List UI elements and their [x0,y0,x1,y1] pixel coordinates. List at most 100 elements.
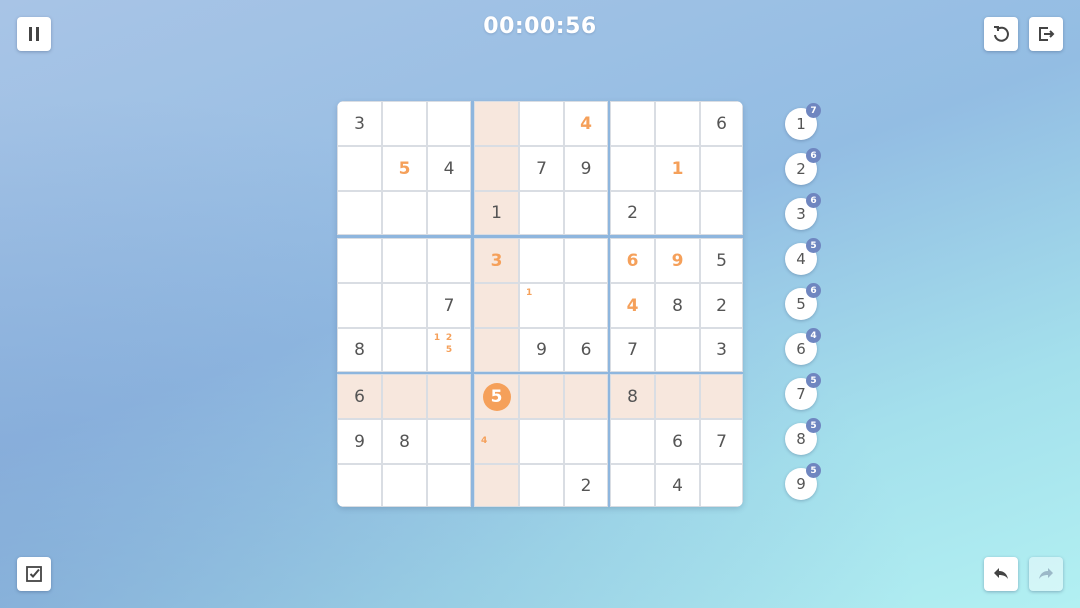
pencil-note [503,448,515,460]
sudoku-cell-r7c3[interactable] [427,374,471,419]
sudoku-cell-r4c4[interactable]: 3 [474,238,519,283]
sudoku-cell-r2c2[interactable]: 5 [382,146,427,191]
sudoku-cell-r1c6[interactable]: 4 [564,101,608,146]
sudoku-cell-r7c8[interactable] [655,374,700,419]
sudoku-cell-r2c1[interactable] [337,146,382,191]
sudoku-cell-r1c2[interactable] [382,101,427,146]
sudoku-cell-r2c3[interactable]: 4 [427,146,471,191]
sudoku-cell-r6c9[interactable]: 3 [700,328,743,372]
sudoku-cell-r3c3[interactable] [427,191,471,235]
sudoku-cell-r3c6[interactable] [564,191,608,235]
sudoku-cell-r5c1[interactable] [337,283,382,328]
sudoku-cell-r1c3[interactable] [427,101,471,146]
sudoku-cell-r5c3[interactable]: 7 [427,283,471,328]
sudoku-cell-r5c9[interactable]: 2 [700,283,743,328]
sudoku-cell-r9c9[interactable] [700,464,743,507]
sudoku-cell-r6c7[interactable]: 7 [610,328,655,372]
sudoku-cell-r7c4[interactable]: 5 [474,374,519,419]
sudoku-cell-r6c8[interactable] [655,328,700,372]
sudoku-cell-r5c7[interactable]: 4 [610,283,655,328]
sudoku-cell-r9c5[interactable] [519,464,564,507]
sudoku-cell-r9c1[interactable] [337,464,382,507]
number-digit: 9 [796,475,806,493]
sudoku-cell-r1c1[interactable]: 3 [337,101,382,146]
number-button-2[interactable]: 26 [785,148,821,185]
sudoku-cell-r8c5[interactable] [519,419,564,464]
sudoku-cell-r6c2[interactable] [382,328,427,372]
sudoku-cell-r9c2[interactable] [382,464,427,507]
sudoku-cell-r7c2[interactable] [382,374,427,419]
sudoku-cell-r8c6[interactable] [564,419,608,464]
sudoku-cell-r4c3[interactable] [427,238,471,283]
sudoku-cell-r2c7[interactable] [610,146,655,191]
sudoku-cell-r7c9[interactable] [700,374,743,419]
sudoku-cell-r3c2[interactable] [382,191,427,235]
sudoku-cell-r7c5[interactable] [519,374,564,419]
number-button-8[interactable]: 85 [785,418,821,455]
sudoku-cell-r3c1[interactable] [337,191,382,235]
sudoku-cell-r8c1[interactable]: 9 [337,419,382,464]
sudoku-cell-r4c1[interactable] [337,238,382,283]
sudoku-cell-r5c4[interactable] [474,283,519,328]
sudoku-cell-r2c8[interactable]: 1 [655,146,700,191]
sudoku-cell-r4c9[interactable]: 5 [700,238,743,283]
number-button-6[interactable]: 64 [785,328,821,365]
sudoku-cell-r4c7[interactable]: 6 [610,238,655,283]
sudoku-cell-r1c4[interactable] [474,101,519,146]
undo-button[interactable] [984,557,1018,591]
number-button-1[interactable]: 17 [785,103,821,140]
sudoku-cell-r2c5[interactable]: 7 [519,146,564,191]
sudoku-cell-r4c6[interactable] [564,238,608,283]
sudoku-cell-r8c3[interactable] [427,419,471,464]
sudoku-cell-r1c9[interactable]: 6 [700,101,743,146]
check-button[interactable] [17,557,51,591]
number-button-7[interactable]: 75 [785,373,821,410]
sudoku-cell-r3c8[interactable] [655,191,700,235]
sudoku-cell-r4c2[interactable] [382,238,427,283]
sudoku-cell-r6c3[interactable]: 12 5 [427,328,471,372]
pencil-note [548,299,560,311]
sudoku-cell-r4c8[interactable]: 9 [655,238,700,283]
sudoku-cell-r5c6[interactable] [564,283,608,328]
sudoku-cell-r9c8[interactable]: 4 [655,464,700,507]
sudoku-cell-r8c8[interactable]: 6 [655,419,700,464]
sudoku-cell-r6c5[interactable]: 9 [519,328,564,372]
sudoku-cell-r2c9[interactable] [700,146,743,191]
sudoku-cell-r9c3[interactable] [427,464,471,507]
sudoku-cell-r2c4[interactable] [474,146,519,191]
sudoku-cell-r3c5[interactable] [519,191,564,235]
sudoku-cell-r4c5[interactable] [519,238,564,283]
sudoku-cell-r9c4[interactable] [474,464,519,507]
number-button-5[interactable]: 56 [785,283,821,320]
number-digit: 7 [796,385,806,403]
sudoku-cell-r5c5[interactable]: 1 [519,283,564,328]
sudoku-cell-r9c7[interactable] [610,464,655,507]
number-button-9[interactable]: 95 [785,463,821,500]
sudoku-cell-r7c6[interactable] [564,374,608,419]
sudoku-cell-r8c7[interactable] [610,419,655,464]
sudoku-cell-r6c6[interactable]: 6 [564,328,608,372]
sudoku-cell-r8c2[interactable]: 8 [382,419,427,464]
sudoku-cell-r7c1[interactable]: 6 [337,374,382,419]
redo-button[interactable] [1029,557,1063,591]
sudoku-cell-r8c9[interactable]: 7 [700,419,743,464]
pencil-notes: 4 [478,423,515,460]
sudoku-cell-r5c8[interactable]: 8 [655,283,700,328]
number-button-3[interactable]: 36 [785,193,821,230]
sudoku-cell-r1c7[interactable] [610,101,655,146]
exit-button[interactable] [1029,17,1063,51]
sudoku-cell-r6c1[interactable]: 8 [337,328,382,372]
sudoku-cell-r1c8[interactable] [655,101,700,146]
sudoku-cell-r6c4[interactable] [474,328,519,372]
sudoku-cell-r8c4[interactable]: 4 [474,419,519,464]
number-button-4[interactable]: 45 [785,238,821,275]
restart-button[interactable] [984,17,1018,51]
sudoku-cell-r5c2[interactable] [382,283,427,328]
sudoku-cell-r3c9[interactable] [700,191,743,235]
sudoku-cell-r3c4[interactable]: 1 [474,191,519,235]
sudoku-cell-r2c6[interactable]: 9 [564,146,608,191]
sudoku-cell-r3c7[interactable]: 2 [610,191,655,235]
sudoku-cell-r7c7[interactable]: 8 [610,374,655,419]
sudoku-cell-r1c5[interactable] [519,101,564,146]
sudoku-cell-r9c6[interactable]: 2 [564,464,608,507]
